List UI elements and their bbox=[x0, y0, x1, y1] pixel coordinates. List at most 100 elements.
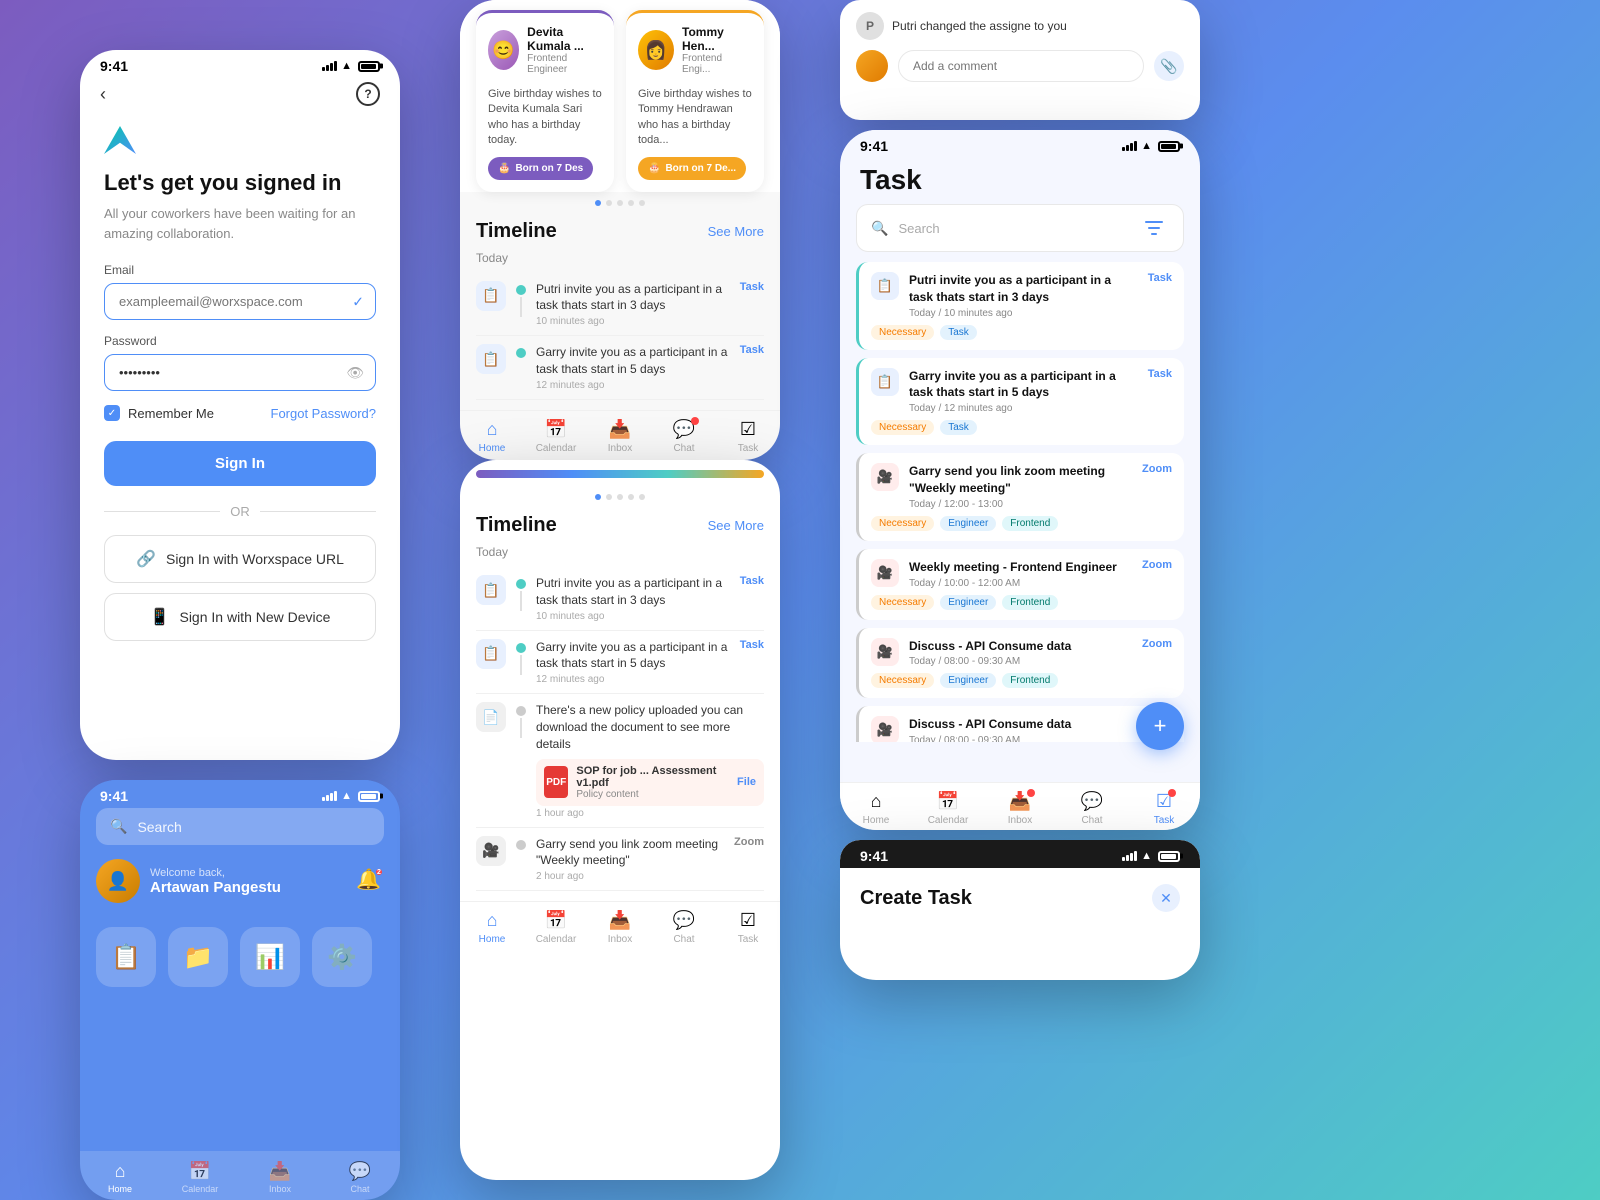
task-time: 9:41 bbox=[860, 138, 888, 154]
home-status-bar: 9:41 ▲ bbox=[80, 780, 400, 808]
tag-engineer: Engineer bbox=[940, 595, 996, 610]
bot-policy-icon: 📄 bbox=[476, 702, 506, 732]
quick-action-3[interactable]: 📊 bbox=[240, 927, 300, 987]
worxspace-url-button[interactable]: 🔗 Sign In with Worxspace URL bbox=[104, 535, 376, 583]
filter-button[interactable] bbox=[1139, 213, 1169, 243]
quick-action-1[interactable]: 📋 bbox=[96, 927, 156, 987]
bot-bottom-nav: ⌂ Home 📅 Calendar 📥 Inbox 💬 Chat ☑ Task bbox=[460, 901, 780, 949]
task-search-bar[interactable]: 🔍 Search bbox=[856, 204, 1184, 252]
bot-nav-calendar[interactable]: 📅 Calendar bbox=[524, 910, 588, 945]
nav-calendar[interactable]: 📅 Calendar bbox=[524, 419, 588, 454]
person1-birthday-btn[interactable]: 🎂 Born on 7 Des bbox=[488, 157, 593, 180]
see-more-link[interactable]: See More bbox=[708, 224, 764, 239]
bot-today-label: Today bbox=[476, 545, 764, 559]
task-tags-1: NecessaryTask bbox=[871, 420, 1172, 435]
task-nav-inbox[interactable]: 📥 Inbox bbox=[984, 791, 1056, 826]
remember-checkbox[interactable]: ✓ bbox=[104, 405, 120, 421]
nav-home[interactable]: ⌂ Home bbox=[460, 419, 524, 454]
signin-subtitle: All your coworkers have been waiting for… bbox=[104, 204, 376, 243]
task-item-time-1: Today / 12 minutes ago bbox=[909, 403, 1138, 414]
tag-frontend: Frontend bbox=[1002, 595, 1058, 610]
tag-engineer: Engineer bbox=[940, 673, 996, 688]
task-nav-task[interactable]: ☑ Task bbox=[1128, 791, 1200, 826]
comment-header: P Putri changed the assigne to you bbox=[840, 0, 1200, 46]
task-icon-1: 📋 bbox=[476, 281, 506, 311]
task-tags-2: NecessaryEngineerFrontend bbox=[871, 516, 1172, 531]
comment-input[interactable] bbox=[898, 50, 1144, 82]
task-list: 📋 Putri invite you as a participant in a… bbox=[840, 262, 1200, 742]
signin-status-bar: 9:41 ▲ bbox=[80, 50, 400, 78]
quick-action-4[interactable]: ⚙️ bbox=[312, 927, 372, 987]
bot-dot-indicators bbox=[460, 486, 780, 504]
task-item-body-2: Garry send you link zoom meeting "Weekly… bbox=[899, 463, 1142, 510]
bot-tl-time-3: 1 hour ago bbox=[536, 808, 764, 819]
task-list-item-1[interactable]: 📋 Garry invite you as a participant in a… bbox=[856, 358, 1184, 446]
task-list-item-2[interactable]: 🎥 Garry send you link zoom meeting "Week… bbox=[856, 453, 1184, 541]
bot-tl-text-2: Garry invite you as a participant in a t… bbox=[536, 639, 730, 673]
task-item-title-5: Discuss - API Consume data bbox=[909, 716, 1162, 733]
home-nav-inbox[interactable]: 📥 Inbox bbox=[240, 1161, 320, 1194]
home-cal-icon: 📅 bbox=[189, 1161, 211, 1182]
new-device-button[interactable]: 📱 Sign In with New Device bbox=[104, 593, 376, 641]
task-item-icon-5: 🎥 bbox=[871, 716, 899, 742]
signal-icon-ct bbox=[1122, 851, 1137, 861]
back-button[interactable]: ‹ bbox=[100, 84, 106, 105]
bot-nav-chat[interactable]: 💬 Chat bbox=[652, 910, 716, 945]
person2-avatar: 👩 bbox=[638, 30, 674, 70]
person1-text: Give birthday wishes to Devita Kumala Sa… bbox=[488, 87, 602, 149]
task-item-type-1: Task bbox=[1148, 368, 1172, 380]
bot-timeline-title: Timeline bbox=[476, 514, 557, 537]
task-list-item-4[interactable]: 🎥 Discuss - API Consume data Today / 08:… bbox=[856, 628, 1184, 699]
person2-birthday-btn[interactable]: 🎂 Born on 7 De... bbox=[638, 157, 746, 180]
sign-in-button[interactable]: Sign In bbox=[104, 441, 376, 486]
attach-button[interactable]: 📎 bbox=[1154, 51, 1184, 81]
notification-button[interactable]: 🔔 2 bbox=[356, 867, 384, 895]
cake2-icon: 🎂 bbox=[648, 163, 660, 174]
nav-inbox[interactable]: 📥 Inbox bbox=[588, 419, 652, 454]
bot-nav-task[interactable]: ☑ Task bbox=[716, 910, 780, 945]
task-nav-chat[interactable]: 💬 Chat bbox=[1056, 791, 1128, 826]
task-list-item-3[interactable]: 🎥 Weekly meeting - Frontend Engineer Tod… bbox=[856, 549, 1184, 620]
task-item-title-0: Putri invite you as a participant in a t… bbox=[909, 272, 1138, 306]
email-input[interactable] bbox=[104, 283, 376, 320]
timeline-bottom-card: Timeline See More Today 📋 Putri invite y… bbox=[460, 460, 780, 1180]
home-search-bar[interactable]: 🔍 Search bbox=[96, 808, 384, 845]
check-icon: ✓ bbox=[352, 293, 364, 310]
bot-dot-5 bbox=[639, 494, 645, 500]
bot-nav-home[interactable]: ⌂ Home bbox=[460, 910, 524, 945]
task-list-item-5[interactable]: 🎥 Discuss - API Consume data Today / 08:… bbox=[856, 706, 1184, 742]
task-nav-home[interactable]: ⌂ Home bbox=[840, 791, 912, 826]
bot-see-more[interactable]: See More bbox=[708, 518, 764, 533]
home-nav-calendar[interactable]: 📅 Calendar bbox=[160, 1161, 240, 1194]
task-tags-0: NecessaryTask bbox=[871, 325, 1172, 340]
bot-tl-item-3: 📄 There's a new policy uploaded you can … bbox=[476, 694, 764, 827]
quick-action-2[interactable]: 📁 bbox=[168, 927, 228, 987]
eye-icon[interactable]: 👁 bbox=[346, 364, 364, 381]
bot-tl-badge-1: Task bbox=[740, 575, 764, 587]
forgot-password-link[interactable]: Forgot Password? bbox=[271, 406, 377, 421]
task-list-item-0[interactable]: 📋 Putri invite you as a participant in a… bbox=[856, 262, 1184, 350]
home-nav-chat[interactable]: 💬 Chat bbox=[320, 1161, 400, 1194]
create-task-card: 9:41 ▲ Create Task ✕ bbox=[840, 840, 1200, 980]
home-nav-home[interactable]: ⌂ Home bbox=[80, 1161, 160, 1194]
bot-tl-text-3: There's a new policy uploaded you can do… bbox=[536, 702, 764, 752]
nav-chat[interactable]: 💬 Chat bbox=[652, 419, 716, 454]
search-icon-task: 🔍 bbox=[871, 220, 888, 237]
tl-time-2: 12 minutes ago bbox=[536, 380, 730, 391]
home-quick-actions: 📋 📁 📊 ⚙️ bbox=[80, 917, 400, 997]
tag-necessary: Necessary bbox=[871, 325, 934, 340]
task-status-bar: 9:41 ▲ bbox=[840, 130, 1200, 158]
bot-tl-time-1: 10 minutes ago bbox=[536, 611, 730, 622]
add-task-fab[interactable]: + bbox=[1136, 702, 1184, 750]
task-nav-calendar[interactable]: 📅 Calendar bbox=[912, 791, 984, 826]
bot-nav-inbox[interactable]: 📥 Inbox bbox=[588, 910, 652, 945]
help-button[interactable]: ? bbox=[356, 82, 380, 106]
signal-icon bbox=[322, 61, 337, 71]
task-item-type-2: Zoom bbox=[1142, 463, 1172, 475]
tag-frontend: Frontend bbox=[1002, 516, 1058, 531]
create-task-close-button[interactable]: ✕ bbox=[1152, 884, 1180, 912]
home-status-icons: ▲ bbox=[322, 790, 380, 802]
password-input[interactable] bbox=[104, 354, 376, 391]
signin-status-icons: ▲ bbox=[322, 60, 380, 72]
nav-task[interactable]: ☑ Task bbox=[716, 419, 780, 454]
